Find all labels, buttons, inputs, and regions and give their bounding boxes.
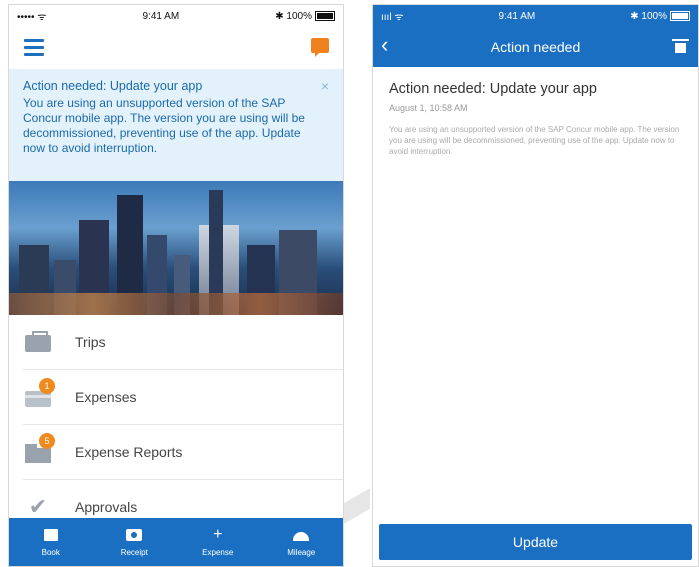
battery-indicator: ✱ 100% <box>275 11 335 22</box>
status-bar: ••••• ᯤ 9:41 AM ✱ 100% <box>9 5 343 27</box>
update-banner[interactable]: Action needed: Update your app You are u… <box>9 69 343 181</box>
menu-label: Expenses <box>75 389 137 405</box>
message-detail-screen: ıııl ᯤ 9:41 AM ✱ 100% ‹ Action needed Ac… <box>372 4 699 567</box>
battery-icon <box>314 10 335 21</box>
message-title: Action needed: Update your app <box>389 81 597 97</box>
messages-icon[interactable] <box>311 38 329 57</box>
message-body: You are using an unsupported version of … <box>389 125 680 156</box>
trash-icon[interactable] <box>672 39 689 53</box>
banner-title: Action needed: Update your app <box>23 79 203 93</box>
camera-icon <box>126 527 143 543</box>
plus-icon: + <box>213 526 223 543</box>
tab-label: Expense <box>202 548 234 557</box>
message-date: August 1, 10:58 AM <box>389 103 468 113</box>
folder-icon: 5 <box>23 433 55 464</box>
close-icon[interactable]: × <box>321 78 329 94</box>
tab-label: Book <box>41 548 60 557</box>
update-button[interactable]: Update <box>379 524 692 560</box>
header-title: Action needed <box>490 39 581 55</box>
menu-item-trips[interactable]: Trips <box>23 315 343 370</box>
tab-label: Receipt <box>120 548 148 557</box>
carrier-signal: ••••• ᯤ <box>17 12 47 23</box>
menu-label: Trips <box>75 334 106 350</box>
bottom-tab-bar: Book Receipt + Expense Mileage <box>9 518 343 566</box>
tab-book[interactable]: Book <box>9 518 93 566</box>
status-time: 9:41 AM <box>498 10 536 22</box>
menu-item-expense-reports[interactable]: 5 Expense Reports <box>23 425 343 480</box>
city-skyline-image <box>9 181 343 315</box>
detail-header: ‹ Action needed <box>373 27 698 67</box>
home-header <box>9 27 343 69</box>
carrier-signal: ıııl ᯤ <box>381 12 404 23</box>
reports-count-badge: 5 <box>39 433 55 449</box>
briefcase-icon <box>43 527 58 543</box>
tab-label: Mileage <box>287 548 316 557</box>
gauge-icon <box>293 527 310 543</box>
message-detail: Action needed: Update your app August 1,… <box>373 67 698 171</box>
status-time: 9:41 AM <box>142 10 180 22</box>
briefcase-icon <box>23 330 53 354</box>
expenses-count-badge: 1 <box>39 378 55 394</box>
home-screen: ••••• ᯤ 9:41 AM ✱ 100% Action needed: Up… <box>8 4 344 567</box>
battery-indicator: ✱ 100% <box>630 11 690 22</box>
hamburger-menu-icon[interactable] <box>24 39 44 56</box>
menu-item-expenses[interactable]: 1 Expenses <box>23 370 343 425</box>
menu-label: Expense Reports <box>75 444 183 460</box>
tab-receipt[interactable]: Receipt <box>93 518 177 566</box>
wallet-icon: 1 <box>23 378 55 409</box>
back-chevron-icon[interactable]: ‹ <box>381 34 388 56</box>
banner-text: You are using an unsupported version of … <box>23 96 305 155</box>
checkmark-icon: ✔ <box>28 494 48 519</box>
battery-icon <box>670 10 690 21</box>
status-bar: ıııl ᯤ 9:41 AM ✱ 100% <box>373 5 698 27</box>
menu-label: Approvals <box>75 499 138 515</box>
tab-expense[interactable]: + Expense <box>176 518 260 566</box>
tab-mileage[interactable]: Mileage <box>260 518 344 566</box>
